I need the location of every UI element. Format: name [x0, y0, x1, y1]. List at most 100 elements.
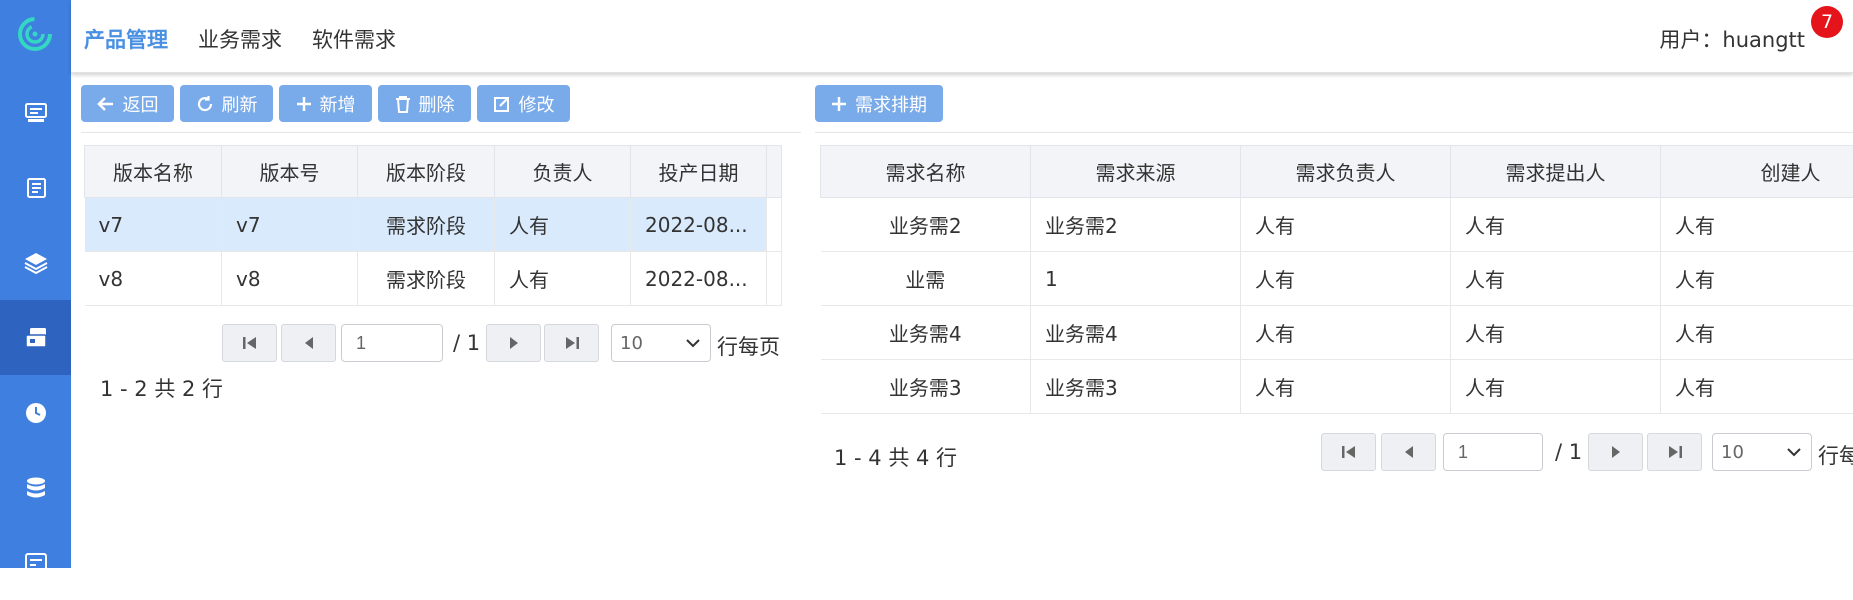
scrollbar-gutter	[767, 252, 782, 306]
table-cell: 需求阶段	[358, 252, 495, 306]
clock-icon	[24, 401, 48, 425]
table-cell: 业务需4	[1031, 306, 1241, 360]
first-page-button[interactable]	[1321, 433, 1376, 471]
table-cell: 人有	[1241, 252, 1451, 306]
scrollbar-gutter	[767, 198, 782, 252]
top-header: 产品管理 业务需求 软件需求 用户：huangtt 7	[71, 0, 1853, 73]
monitor-icon	[24, 102, 48, 124]
sidebar-item-cards[interactable]	[0, 300, 71, 375]
next-page-button[interactable]	[1588, 433, 1643, 471]
total-pages-label: / 1	[453, 331, 480, 355]
page-size-select[interactable]: 10	[1712, 433, 1812, 471]
first-page-button[interactable]	[222, 324, 277, 362]
table-cell: 人有	[495, 252, 631, 306]
table-row[interactable]: 业务需3 业务需3 人有 人有 人有	[821, 360, 1853, 414]
page-number-input[interactable]	[341, 324, 443, 362]
user-label: 用户：huangtt	[1659, 24, 1805, 54]
column-header[interactable]: 需求来源	[1031, 146, 1241, 198]
next-page-icon	[1609, 444, 1623, 460]
table-cell: 人有	[1661, 252, 1853, 306]
total-pages-label: / 1	[1555, 440, 1582, 464]
sidebar-item-book[interactable]	[0, 150, 71, 225]
table-row[interactable]: 业需 1 人有 人有 人有	[821, 252, 1853, 306]
refresh-button[interactable]: 刷新	[180, 85, 273, 122]
trash-icon	[395, 95, 411, 113]
table-cell: 业务需4	[821, 306, 1031, 360]
layers-icon	[23, 251, 49, 275]
menu-business-requirements[interactable]: 业务需求	[198, 24, 282, 54]
column-header[interactable]: 负责人	[495, 146, 631, 198]
left-record-summary: 1 - 2 共 2 行	[100, 373, 223, 403]
table-cell: v7	[85, 198, 222, 252]
book-icon	[24, 176, 48, 200]
last-page-icon	[563, 335, 581, 351]
table-cell: 需求阶段	[358, 198, 495, 252]
table-cell: 人有	[1451, 360, 1661, 414]
edit-button[interactable]: 修改	[477, 85, 570, 122]
requirement-table: 需求名称 需求来源 需求负责人 需求提出人 创建人 业务需2 业务需2 人有 人…	[820, 145, 1853, 414]
back-button-label: 返回	[123, 91, 159, 117]
column-header[interactable]: 需求提出人	[1451, 146, 1661, 198]
page-size-select[interactable]: 10	[611, 324, 711, 362]
table-cell: 2022-08...	[631, 252, 767, 306]
column-header[interactable]: 版本名称	[85, 146, 222, 198]
chevron-down-icon	[1787, 446, 1801, 458]
sidebar-item-database[interactable]	[0, 450, 71, 525]
table-row[interactable]: 业务需4 业务需4 人有 人有 人有	[821, 306, 1853, 360]
column-header[interactable]: 创建人	[1661, 146, 1853, 198]
prev-page-button[interactable]	[1381, 433, 1436, 471]
table-cell: 人有	[1241, 306, 1451, 360]
table-cell: v8	[85, 252, 222, 306]
first-page-icon	[1340, 444, 1358, 460]
left-toolbar-divider	[81, 132, 801, 133]
table-cell: 1	[1031, 252, 1241, 306]
table-cell: 人有	[1661, 198, 1853, 252]
table-cell: 人有	[1451, 252, 1661, 306]
table-cell: 人有	[1241, 360, 1451, 414]
column-header[interactable]: 版本阶段	[358, 146, 495, 198]
version-table: 版本名称 版本号 版本阶段 负责人 投产日期 v7 v7 需求阶段 人有 202…	[84, 145, 782, 306]
column-header[interactable]: 版本号	[222, 146, 358, 198]
rows-per-page-label: 行每	[1818, 440, 1853, 470]
cards-icon	[23, 326, 49, 350]
column-header[interactable]: 投产日期	[631, 146, 767, 198]
page-size-value: 10	[1721, 442, 1744, 463]
table-row[interactable]: v7 v7 需求阶段 人有 2022-08...	[85, 198, 782, 252]
menu-product-management[interactable]: 产品管理	[84, 24, 168, 54]
sidebar	[0, 0, 71, 568]
last-page-button[interactable]	[1647, 433, 1702, 471]
next-page-button[interactable]	[486, 324, 541, 362]
sidebar-item-layers[interactable]	[0, 225, 71, 300]
last-page-button[interactable]	[544, 324, 599, 362]
add-button[interactable]: 新增	[279, 85, 372, 122]
version-table-header: 版本名称 版本号 版本阶段 负责人 投产日期	[85, 146, 782, 198]
table-cell: 人有	[1661, 306, 1853, 360]
add-button-label: 新增	[320, 91, 356, 117]
database-icon	[25, 476, 47, 500]
column-header[interactable]: 需求负责人	[1241, 146, 1451, 198]
sidebar-item-monitor[interactable]	[0, 75, 71, 150]
page-number-input[interactable]	[1443, 433, 1543, 471]
plus-icon	[296, 96, 312, 112]
table-cell: 人有	[495, 198, 631, 252]
table-row[interactable]: v8 v8 需求阶段 人有 2022-08...	[85, 252, 782, 306]
app-logo	[16, 14, 54, 54]
refresh-icon	[196, 95, 214, 113]
prev-page-button[interactable]	[281, 324, 336, 362]
notification-badge[interactable]: 7	[1811, 6, 1843, 38]
edit-button-label: 修改	[519, 91, 555, 117]
table-row[interactable]: 业务需2 业务需2 人有 人有 人有	[821, 198, 1853, 252]
menu-software-requirements[interactable]: 软件需求	[312, 24, 396, 54]
table-cell: 业需	[821, 252, 1031, 306]
column-header[interactable]: 需求名称	[821, 146, 1031, 198]
last-page-icon	[1666, 444, 1684, 460]
sidebar-item-dashboard[interactable]	[0, 525, 71, 600]
back-button[interactable]: 返回	[81, 85, 174, 122]
rows-per-page-label: 行每页	[717, 331, 780, 361]
plus-icon	[831, 96, 847, 112]
arrow-left-icon	[97, 96, 115, 112]
schedule-requirement-button[interactable]: 需求排期	[815, 85, 943, 122]
sidebar-item-clock[interactable]	[0, 375, 71, 450]
delete-button[interactable]: 删除	[378, 85, 471, 122]
right-toolbar-divider	[815, 132, 1853, 133]
